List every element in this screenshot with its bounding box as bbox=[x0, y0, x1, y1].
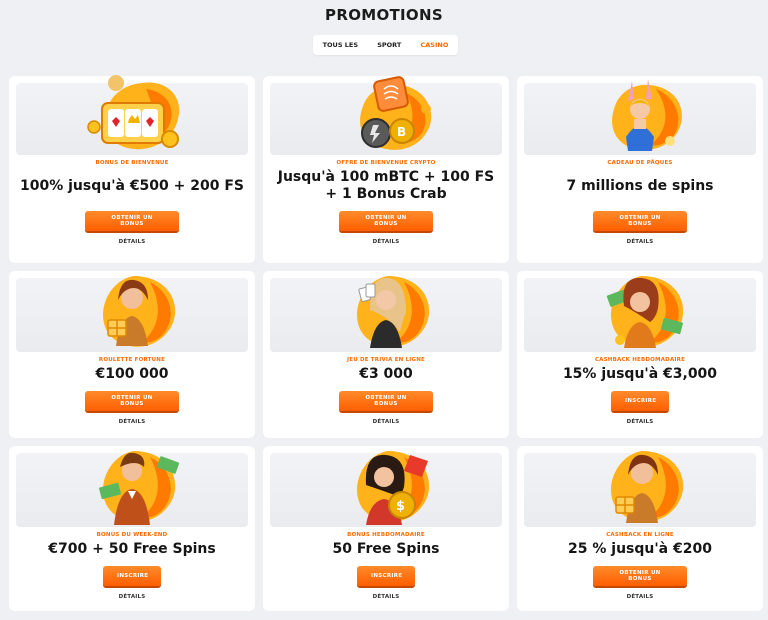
svg-text:$: $ bbox=[396, 499, 405, 514]
get-bonus-button[interactable]: OBTENIR UN BONUS bbox=[593, 211, 687, 231]
promo-title: €3 000 bbox=[359, 366, 413, 382]
details-link[interactable]: DÉTAILS bbox=[373, 239, 400, 245]
tab-all[interactable]: TOUS LES bbox=[319, 38, 362, 52]
promo-card: CASHBACK EN LIGNE 25 % jusqu'à €200 OBTE… bbox=[517, 446, 763, 611]
promo-category: OFFRE DE BIENVENUE CRYPTO bbox=[336, 160, 436, 166]
bunny-girl-icon bbox=[612, 79, 682, 151]
promo-banner bbox=[16, 276, 248, 352]
svg-text:B: B bbox=[397, 125, 406, 139]
promo-title: €700 + 50 Free Spins bbox=[48, 541, 216, 557]
promo-card: B OFFRE DE BIENVENUE CRYPTO Jusqu'à 100 … bbox=[263, 76, 509, 263]
promo-category: CADEAU DE PÂQUES bbox=[607, 160, 673, 166]
crypto-coins-icon: B bbox=[360, 76, 432, 150]
details-link[interactable]: DÉTAILS bbox=[119, 419, 146, 425]
get-bonus-button[interactable]: OBTENIR UN BONUS bbox=[339, 391, 433, 411]
register-button[interactable]: INSCRIRE bbox=[611, 391, 669, 411]
details-link[interactable]: DÉTAILS bbox=[119, 239, 146, 245]
promo-category: BONUS DU WEEK-END bbox=[96, 532, 168, 538]
get-bonus-button[interactable]: OBTENIR UN BONUS bbox=[593, 566, 687, 586]
promo-banner bbox=[524, 451, 756, 527]
promo-card: BONUS DU WEEK-END €700 + 50 Free Spins I… bbox=[9, 446, 255, 611]
details-link[interactable]: DÉTAILS bbox=[627, 594, 654, 600]
woman-cards-icon bbox=[357, 276, 430, 348]
promo-category: CASHBACK EN LIGNE bbox=[606, 532, 674, 538]
details-link[interactable]: DÉTAILS bbox=[373, 419, 400, 425]
promo-banner bbox=[16, 451, 248, 527]
promo-banner bbox=[16, 75, 248, 155]
promo-banner: B bbox=[270, 76, 502, 155]
promo-banner: $ bbox=[270, 451, 502, 527]
register-button[interactable]: INSCRIRE bbox=[357, 566, 415, 586]
promo-category: CASHBACK HEBDOMADAIRE bbox=[594, 357, 686, 363]
promo-category: BONUS HEBDOMADAIRE bbox=[347, 532, 425, 538]
promo-category: ROULETTE FORTUNE bbox=[98, 357, 166, 363]
tab-sport[interactable]: SPORT bbox=[373, 38, 405, 52]
promo-title: 15% jusqu'à €3,000 bbox=[562, 366, 718, 382]
slot-machine-icon bbox=[87, 75, 180, 150]
promo-banner bbox=[270, 276, 502, 352]
tab-casino[interactable]: CASINO bbox=[417, 38, 453, 52]
man-money-icon bbox=[99, 451, 180, 525]
promo-banner bbox=[524, 79, 756, 155]
promo-title: €100 000 bbox=[95, 366, 169, 382]
promo-card: CASHBACK HEBDOMADAIRE 15% jusqu'à €3,000… bbox=[517, 271, 763, 438]
promo-banner bbox=[524, 276, 756, 352]
promo-title: 7 millions de spins bbox=[566, 177, 714, 194]
promo-title: 25 % jusqu'à €200 bbox=[568, 541, 712, 557]
promo-title: Jusqu'à 100 mBTC + 100 FS + 1 Bonus Crab bbox=[277, 169, 495, 202]
promo-category: JEU DE TRIVIA EN LIGNE bbox=[346, 357, 426, 363]
promo-card: $ BONUS HEBDOMADAIRE 50 Free Spins INSCR… bbox=[263, 446, 509, 611]
woman-gift-icon bbox=[103, 276, 176, 347]
details-link[interactable]: DÉTAILS bbox=[373, 594, 400, 600]
details-link[interactable]: DÉTAILS bbox=[119, 594, 146, 600]
woman-gift-icon bbox=[611, 451, 684, 523]
promo-card: ROULETTE FORTUNE €100 000 OBTENIR UN BON… bbox=[9, 271, 255, 438]
promotions-grid: BONUS DE BIENVENUE 100% jusqu'à €500 + 2… bbox=[9, 75, 763, 611]
promo-card: CADEAU DE PÂQUES 7 millions de spins OBT… bbox=[517, 76, 763, 263]
promo-category: BONUS DE BIENVENUE bbox=[95, 160, 169, 166]
get-bonus-button[interactable]: OBTENIR UN BONUS bbox=[339, 211, 433, 231]
promo-title: 50 Free Spins bbox=[332, 541, 440, 557]
page-title: PROMOTIONS bbox=[325, 6, 443, 24]
register-button[interactable]: INSCRIRE bbox=[103, 566, 161, 586]
promo-title: 100% jusqu'à €500 + 200 FS bbox=[20, 177, 245, 194]
category-tabs: TOUS LES SPORT CASINO bbox=[313, 35, 458, 55]
promo-card: BONUS DE BIENVENUE 100% jusqu'à €500 + 2… bbox=[9, 75, 255, 263]
promo-card: JEU DE TRIVIA EN LIGNE €3 000 OBTENIR UN… bbox=[263, 271, 509, 438]
get-bonus-button[interactable]: OBTENIR UN BONUS bbox=[85, 391, 179, 411]
woman-cash-icon bbox=[606, 276, 684, 348]
details-link[interactable]: DÉTAILS bbox=[627, 239, 654, 245]
details-link[interactable]: DÉTAILS bbox=[627, 419, 654, 425]
get-bonus-button[interactable]: OBTENIR UN BONUS bbox=[85, 211, 179, 231]
woman-coin-icon: $ bbox=[357, 451, 430, 525]
